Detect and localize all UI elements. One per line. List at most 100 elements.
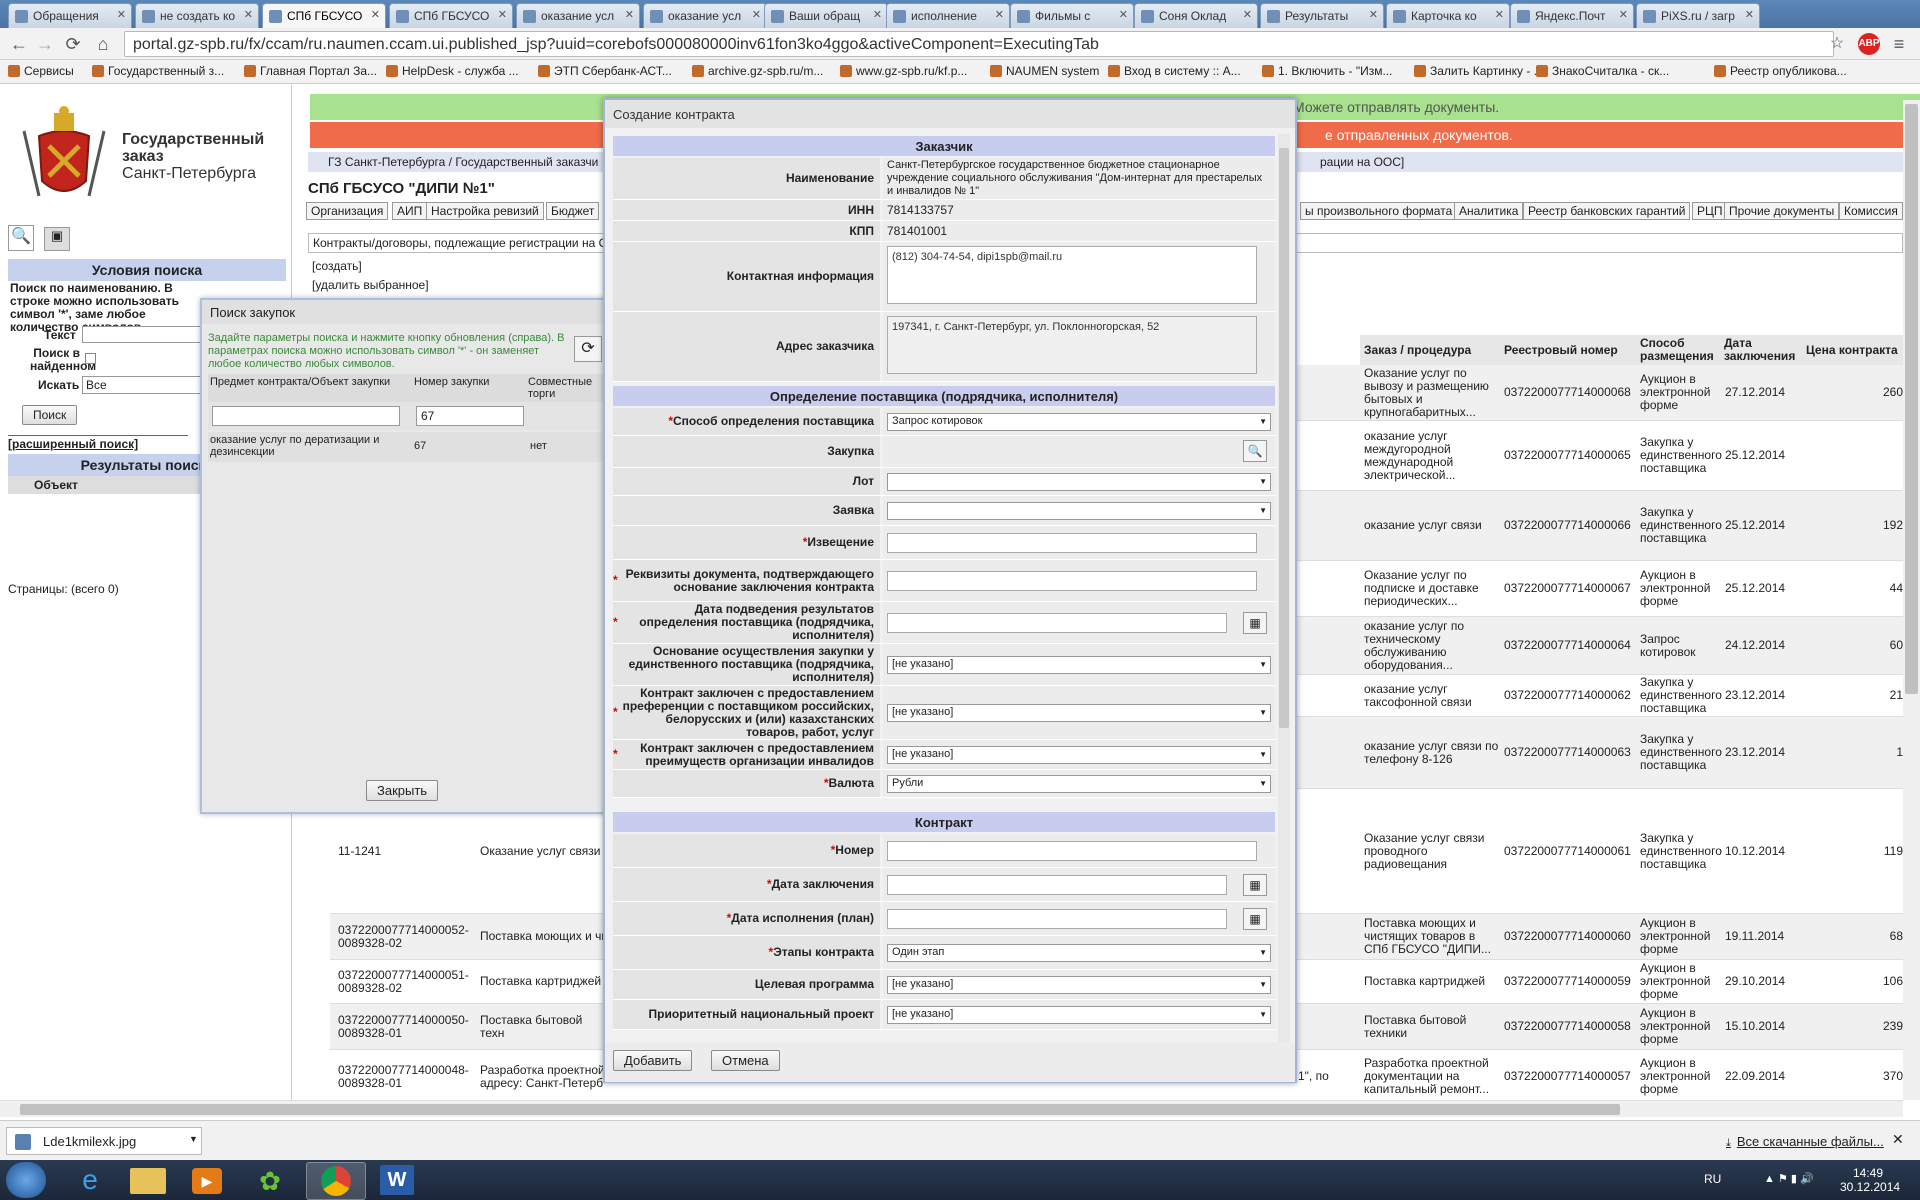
explorer-icon[interactable]: [130, 1168, 166, 1194]
menu-item[interactable]: Организация: [306, 202, 389, 220]
browser-tab[interactable]: СПб ГБСУСО ✕: [389, 3, 513, 28]
national-select[interactable]: [не указано]: [887, 1005, 1271, 1024]
docs-input[interactable]: [887, 570, 1257, 591]
purchase-search-icon[interactable]: 🔍: [1243, 440, 1267, 462]
menu-item[interactable]: Прочие документы: [1724, 202, 1840, 220]
menu-item[interactable]: Настройка ревизий: [426, 202, 544, 220]
notice-input[interactable]: [887, 532, 1257, 553]
breadcrumb-text[interactable]: ГЗ Санкт-Петербурга / Государственный за…: [328, 155, 598, 169]
browser-tab[interactable]: Соня Оклад ✕: [1134, 3, 1258, 28]
address-textarea[interactable]: 197341, г. Санкт-Петербург, ул. Поклонно…: [887, 316, 1257, 374]
browser-tab[interactable]: PiXS.ru / загр ✕: [1636, 3, 1760, 28]
resultdate-input[interactable]: [887, 612, 1227, 633]
browser-tab[interactable]: Яндекс.Почт ✕: [1510, 3, 1634, 28]
delete-link[interactable]: [удалить выбранное]: [312, 278, 429, 292]
bookmark-item[interactable]: NAUMEN system: [990, 64, 1099, 78]
adblock-icon[interactable]: ABP: [1858, 33, 1880, 55]
browser-tab[interactable]: Ваши обращ ✕: [764, 3, 888, 28]
home-icon[interactable]: ⌂: [92, 33, 114, 55]
bookmark-item[interactable]: Залить Картинку - ...: [1414, 64, 1544, 78]
close-tab-icon[interactable]: ✕: [752, 8, 761, 21]
breadcrumb-right[interactable]: рации на ООС]: [1320, 155, 1404, 169]
bookmark-item[interactable]: ЗнакоСчиталка - ск...: [1536, 64, 1669, 78]
page-horizontal-scrollbar[interactable]: [0, 1100, 1903, 1117]
close-tab-icon[interactable]: ✕: [873, 8, 882, 21]
bookmark-item[interactable]: 1. Включить - "Изм...: [1262, 64, 1392, 78]
concl-input[interactable]: [887, 874, 1227, 895]
method-select[interactable]: Запрос котировок: [887, 412, 1271, 431]
dialog-scrollbar[interactable]: [1278, 134, 1290, 1042]
language-indicator[interactable]: RU: [1704, 1172, 1721, 1186]
exec-input[interactable]: [887, 908, 1227, 929]
close-tab-icon[interactable]: ✕: [1745, 8, 1754, 21]
close-tab-icon[interactable]: ✕: [117, 8, 126, 21]
menu-item[interactable]: ы произвольного формата: [1300, 202, 1458, 220]
close-tab-icon[interactable]: ✕: [371, 8, 380, 21]
close-tab-icon[interactable]: ✕: [1619, 8, 1628, 21]
lot-select[interactable]: [887, 472, 1271, 491]
cancel-button[interactable]: Отмена: [711, 1050, 780, 1071]
column-header[interactable]: Реестровый номер: [1504, 335, 1640, 365]
all-downloads-link[interactable]: ⤓ Все скачанные файлы...: [1726, 1134, 1884, 1150]
menu-item[interactable]: АИП: [392, 202, 428, 220]
create-link[interactable]: [создать]: [312, 259, 362, 273]
close-tab-icon[interactable]: ✕: [1369, 8, 1378, 21]
browser-tab[interactable]: Обращения ✕: [8, 3, 132, 28]
contact-textarea[interactable]: (812) 304-74-54, dipi1spb@mail.ru: [887, 246, 1257, 304]
column-header[interactable]: Дата заключения: [1724, 335, 1806, 365]
bookmark-item[interactable]: Сервисы: [8, 64, 74, 78]
calendar-icon[interactable]: ▦: [1243, 874, 1267, 896]
browser-tab[interactable]: Фильмы с ✕: [1010, 3, 1134, 28]
menu-item[interactable]: РЦП: [1692, 202, 1728, 220]
tray-icons[interactable]: ▲ ⚑ ▮ 🔊: [1764, 1172, 1814, 1185]
scroll-thumb[interactable]: [1279, 148, 1289, 728]
bookmark-item[interactable]: archive.gz-spb.ru/m...: [692, 64, 823, 78]
program-select[interactable]: [не указано]: [887, 975, 1271, 994]
bookmark-item[interactable]: Государственный з...: [92, 64, 224, 78]
bookmark-item[interactable]: ЭТП Сбербанк-АСТ...: [538, 64, 672, 78]
number-input[interactable]: [887, 840, 1257, 861]
search-tab-icon[interactable]: 🔍: [8, 225, 34, 251]
table-row[interactable]: оказание услуг по дератизации и дезинсек…: [208, 432, 606, 462]
close-tab-icon[interactable]: ✕: [1243, 8, 1252, 21]
search-button[interactable]: Поиск: [22, 405, 78, 425]
found-checkbox[interactable]: [85, 353, 96, 364]
icq-icon[interactable]: ✿: [248, 1164, 292, 1198]
advanced-search-link[interactable]: [расширенный поиск]: [8, 437, 138, 451]
stages-select[interactable]: Один этап: [887, 943, 1271, 962]
calendar-icon[interactable]: ▦: [1243, 908, 1267, 930]
browser-tab[interactable]: Карточка ко ✕: [1386, 3, 1510, 28]
chevron-down-icon[interactable]: ▼: [189, 1134, 198, 1144]
close-tab-icon[interactable]: ✕: [244, 8, 253, 21]
star-icon[interactable]: ☆: [1826, 33, 1848, 55]
scroll-thumb[interactable]: [1905, 104, 1918, 694]
column-header[interactable]: Заказ / процедура: [1364, 335, 1504, 365]
ie-icon[interactable]: e: [70, 1164, 110, 1196]
invalid-select[interactable]: [не указано]: [887, 745, 1271, 764]
add-button[interactable]: Добавить: [613, 1050, 693, 1071]
back-icon[interactable]: ←: [8, 33, 30, 55]
bookmark-item[interactable]: Вход в систему :: А...: [1108, 64, 1241, 78]
bid-select[interactable]: [887, 501, 1271, 520]
menu-item[interactable]: Аналитика: [1454, 202, 1524, 220]
forward-icon[interactable]: →: [34, 33, 56, 55]
settings-tab-icon[interactable]: ▣: [44, 227, 70, 251]
close-tab-icon[interactable]: ✕: [1119, 8, 1128, 21]
search-in-select[interactable]: Все: [82, 376, 202, 394]
refresh-icon[interactable]: ⟳: [574, 336, 602, 362]
menu-item[interactable]: Бюджет: [546, 202, 600, 220]
start-button[interactable]: [6, 1162, 46, 1198]
pref-select[interactable]: [не указано]: [887, 703, 1271, 722]
basis-select[interactable]: [не указано]: [887, 655, 1271, 674]
browser-tab[interactable]: оказание усл ✕: [643, 3, 767, 28]
browser-tab[interactable]: исполнение ✕: [886, 3, 1010, 28]
close-tab-icon[interactable]: ✕: [995, 8, 1004, 21]
scroll-thumb[interactable]: [20, 1104, 1620, 1115]
number-filter-input[interactable]: 67: [416, 406, 524, 426]
bookmark-item[interactable]: Реестр опубликова...: [1714, 64, 1847, 78]
calendar-icon[interactable]: ▦: [1243, 612, 1267, 634]
reload-icon[interactable]: ⟳: [62, 33, 84, 55]
bookmark-item[interactable]: HelpDesk - служба ...: [386, 64, 519, 78]
close-tab-icon[interactable]: ✕: [498, 8, 507, 21]
word-icon[interactable]: W: [380, 1165, 414, 1195]
